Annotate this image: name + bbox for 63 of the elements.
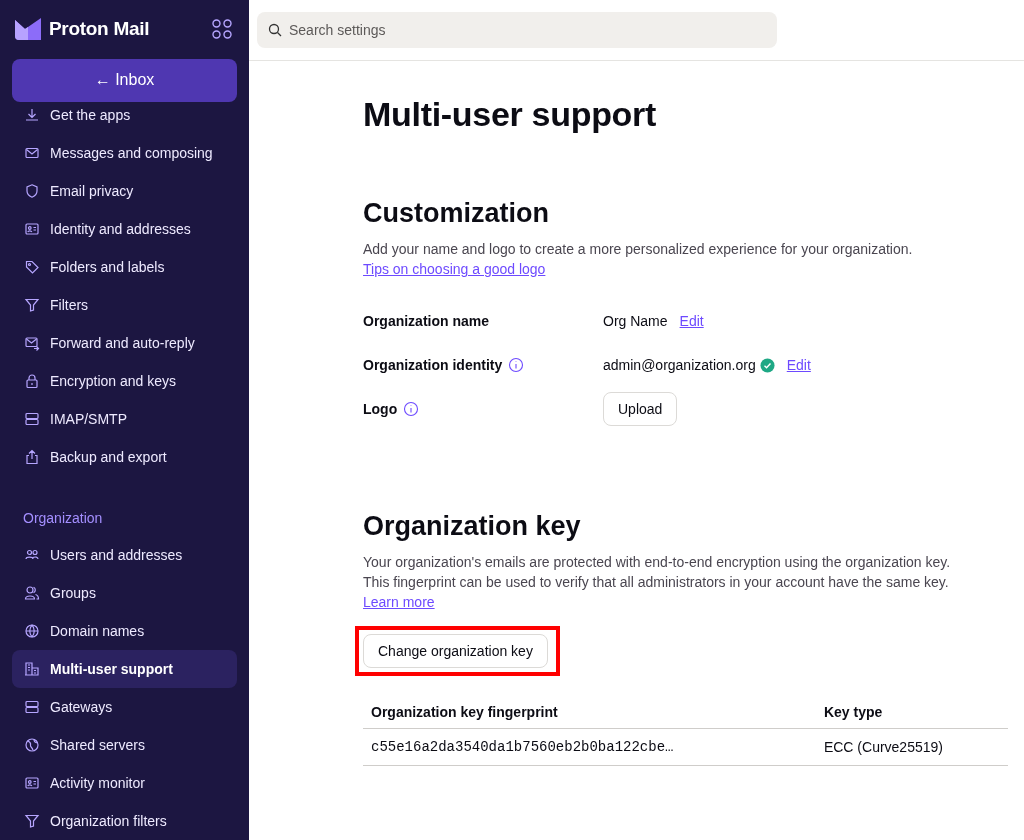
menu-item-icon (24, 335, 40, 351)
section-description: Your organization's emails are protected with end-to-end encryption using the organization key. This fingerprint can be used to verify that all administrators in your account have the same key. (363, 553, 952, 592)
menu-item-icon (24, 813, 40, 829)
sidebar-item[interactable]: Encryption and keys (12, 362, 237, 400)
field-value: admin@organization.org (603, 357, 756, 373)
field-label: Logo (363, 401, 398, 417)
brand-name: Proton Mail (49, 18, 151, 41)
search-icon (267, 22, 283, 38)
menu-item-icon (24, 449, 40, 465)
column-header: Key type (815, 696, 1008, 729)
sidebar-item[interactable]: Folders and labels (12, 248, 237, 286)
menu-item-icon (24, 259, 40, 275)
page-title: Multi-user support (363, 95, 658, 134)
logo-icon (15, 18, 41, 41)
sidebar-item[interactable]: IMAP/SMTP (12, 400, 237, 438)
sidebar-item[interactable]: Shared servers (12, 726, 237, 764)
edit-link[interactable]: Edit (786, 355, 811, 375)
sidebar-item[interactable]: Organization filters (12, 802, 237, 840)
help-link[interactable]: Tips on choosing a good logo (363, 259, 546, 279)
sidebar-item[interactable]: Email privacy (12, 172, 237, 210)
sidebar-item[interactable]: Domain names (12, 612, 237, 650)
sidebar-item[interactable]: Gateways (12, 688, 237, 726)
sidebar-item[interactable]: Users and addresses (12, 536, 237, 574)
menu-item-icon (24, 373, 40, 389)
field-value: Org Name (603, 313, 668, 329)
inbox-button[interactable]: ← Inbox (12, 58, 237, 102)
menu-item-icon (24, 411, 40, 427)
sidebar-item[interactable]: Backup and export (12, 438, 237, 476)
upload-button[interactable]: Upload (603, 392, 678, 426)
table-cell: c55e16a2da3540da1b7560eb2b0ba122cbe… (363, 728, 816, 766)
menu-item-icon (24, 145, 40, 161)
table-cell: ECC (Curve25519) (815, 728, 1008, 766)
menu-item-icon (24, 297, 40, 313)
search-field[interactable]: Search settings (257, 12, 777, 48)
menu-item-icon (24, 737, 40, 753)
sidebar-item[interactable]: Multi-user support (12, 650, 237, 688)
section-title: Customization (363, 198, 550, 229)
section-title: Organization key (363, 511, 582, 542)
menu-item-icon (24, 183, 40, 199)
section-description: Add your name and logo to create a more personalized experience for your organization. (363, 240, 914, 259)
column-header: Organization key fingerprint (363, 696, 816, 729)
sidebar-item[interactable]: Groups (12, 574, 237, 612)
menu-item-icon (24, 661, 40, 677)
edit-link[interactable]: Edit (679, 311, 704, 331)
sidebar-item[interactable]: Filters (12, 286, 237, 324)
sidebar-item[interactable]: Messages and composing (12, 134, 237, 172)
menu-item-icon (24, 699, 40, 715)
info-icon[interactable] (403, 401, 420, 417)
apps-grid-icon[interactable] (211, 18, 233, 41)
field-label: Organization identity (363, 357, 503, 373)
learn-more-link[interactable]: Learn more (363, 592, 435, 612)
menu-item-icon (24, 623, 40, 639)
section-heading: Organization (22, 509, 104, 528)
menu-item-icon (24, 585, 40, 601)
change-key-button[interactable]: Change organization key (363, 634, 548, 668)
info-icon[interactable] (508, 357, 525, 373)
menu-item-icon (24, 221, 40, 237)
field-label: Organization name (363, 313, 490, 329)
sidebar-item[interactable]: Activity monitor (12, 764, 237, 802)
sidebar-item[interactable]: Forward and auto-reply (12, 324, 237, 362)
menu-item-icon (24, 775, 40, 791)
menu-item-icon (24, 107, 40, 123)
sidebar-item[interactable]: Identity and addresses (12, 210, 237, 248)
